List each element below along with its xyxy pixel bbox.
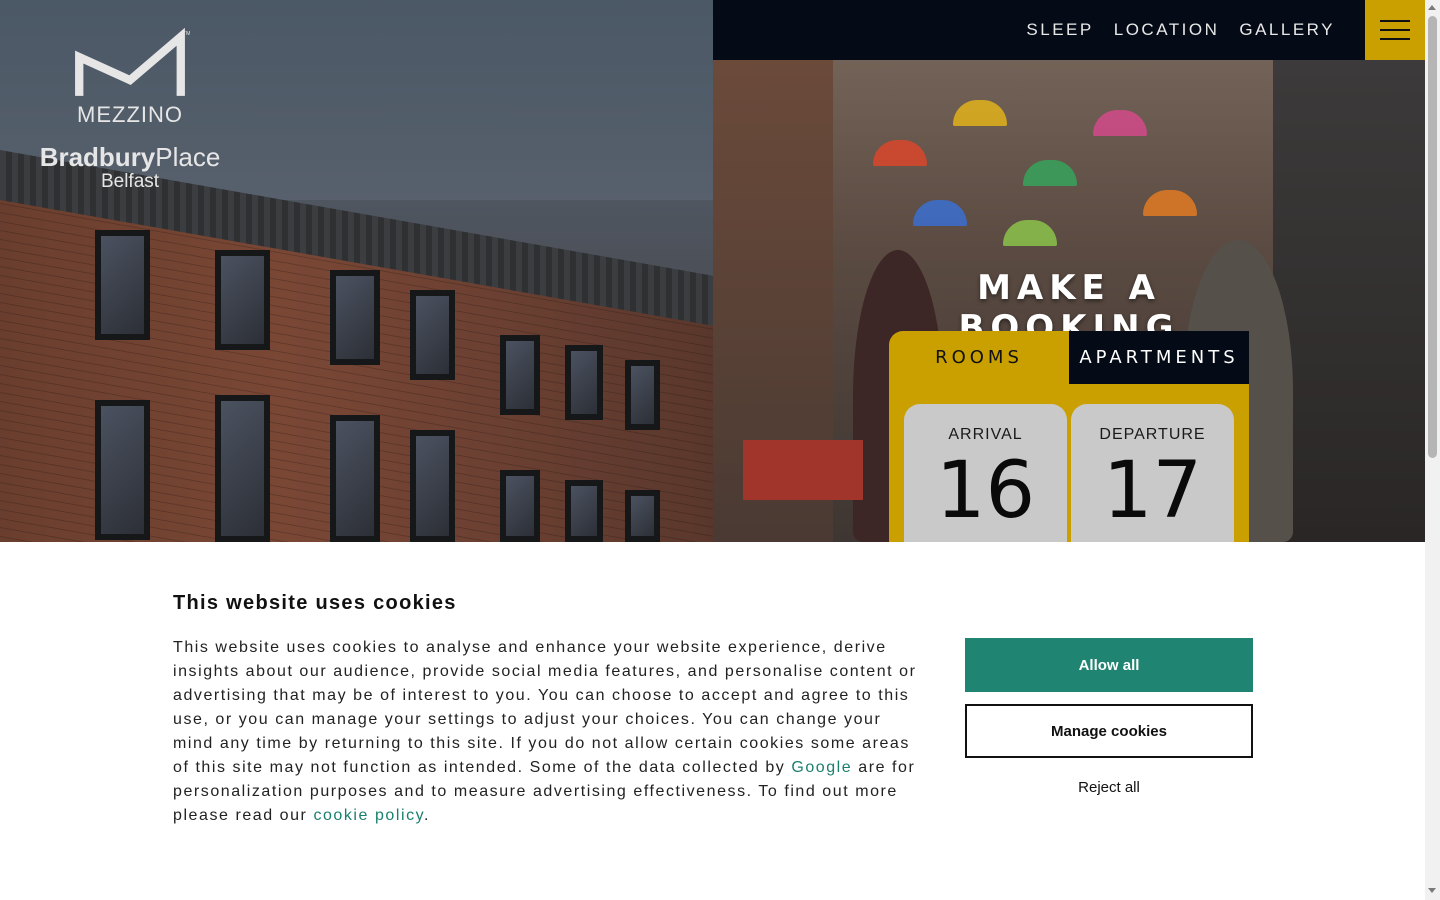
building-window [625, 360, 660, 430]
building-window [215, 250, 270, 350]
building-window [410, 430, 455, 542]
hamburger-icon-line [1380, 38, 1410, 40]
building-window [95, 230, 150, 340]
departure-label: DEPARTURE [1099, 426, 1206, 443]
cookie-banner: This website uses cookies This website u… [0, 542, 1425, 900]
building-window [330, 415, 380, 542]
cookie-description: This website uses cookies to analyse and… [173, 636, 923, 828]
cookie-title: This website uses cookies [173, 592, 457, 614]
umbrella-decoration [1093, 110, 1147, 136]
cookie-policy-link[interactable]: cookie policy [313, 807, 424, 824]
logo-brand: MEZZINO [77, 102, 183, 127]
cookie-text-end: . [424, 807, 431, 824]
departure-day: 17 [1102, 446, 1203, 536]
arrival-day: 16 [935, 446, 1036, 536]
allow-all-button[interactable]: Allow all [965, 638, 1253, 692]
building-window [215, 395, 270, 542]
mezzino-m-logo-icon: TM [75, 28, 190, 96]
google-link[interactable]: Google [791, 759, 852, 776]
scroll-down-arrow-icon[interactable] [1428, 888, 1436, 893]
scroll-up-arrow-icon[interactable] [1428, 5, 1436, 10]
manage-cookies-button[interactable]: Manage cookies [965, 704, 1253, 758]
menu-button[interactable] [1365, 0, 1425, 60]
umbrella-decoration [1023, 160, 1077, 186]
logo-place: BradburyPlace [28, 142, 232, 173]
hamburger-icon [1380, 20, 1410, 22]
umbrella-decoration [873, 140, 927, 166]
umbrella-decoration [1003, 220, 1057, 246]
tab-rooms[interactable]: ROOMS [889, 331, 1069, 384]
cookie-text-part1: This website uses cookies to analyse and… [173, 639, 917, 776]
building-window [330, 270, 380, 365]
logo-place-light: Place [155, 142, 221, 172]
arrival-label: ARRIVAL [948, 426, 1023, 443]
tab-apartments[interactable]: APARTMENTS [1069, 331, 1249, 384]
building-window [565, 345, 603, 420]
building-window [95, 400, 150, 540]
hamburger-icon-line [1380, 29, 1410, 31]
reject-all-button[interactable]: Reject all [965, 774, 1253, 800]
umbrella-decoration [1143, 190, 1197, 216]
site-logo[interactable]: TM MEZZINO BradburyPlace Belfast [28, 28, 232, 193]
booking-tabs: ROOMS APARTMENTS [889, 331, 1249, 384]
logo-city: Belfast [100, 171, 160, 192]
booking-panel: ARRIVAL 16 DEPARTURE 17 [889, 384, 1249, 564]
nav-link-sleep[interactable]: SLEEP [1026, 20, 1093, 40]
page-scrollbar[interactable] [1425, 0, 1440, 900]
umbrella-decoration [913, 200, 967, 226]
departure-date-picker[interactable]: DEPARTURE 17 [1071, 404, 1234, 564]
umbrella-decoration [953, 100, 1007, 126]
street-wall-right [1273, 60, 1425, 542]
building-window [500, 335, 540, 415]
nav-link-gallery[interactable]: GALLERY [1239, 20, 1335, 40]
red-bench [743, 440, 863, 500]
arrival-date-picker[interactable]: ARRIVAL 16 [904, 404, 1067, 564]
building-window [625, 490, 660, 542]
svg-text:TM: TM [183, 31, 190, 37]
scrollbar-thumb[interactable] [1428, 16, 1437, 458]
building-window [500, 470, 540, 542]
building-window [410, 290, 455, 380]
building-window [565, 480, 603, 542]
logo-place-bold: Bradbury [39, 142, 156, 172]
nav-link-location[interactable]: LOCATION [1114, 20, 1220, 40]
top-navigation: SLEEP LOCATION GALLERY [713, 0, 1365, 60]
